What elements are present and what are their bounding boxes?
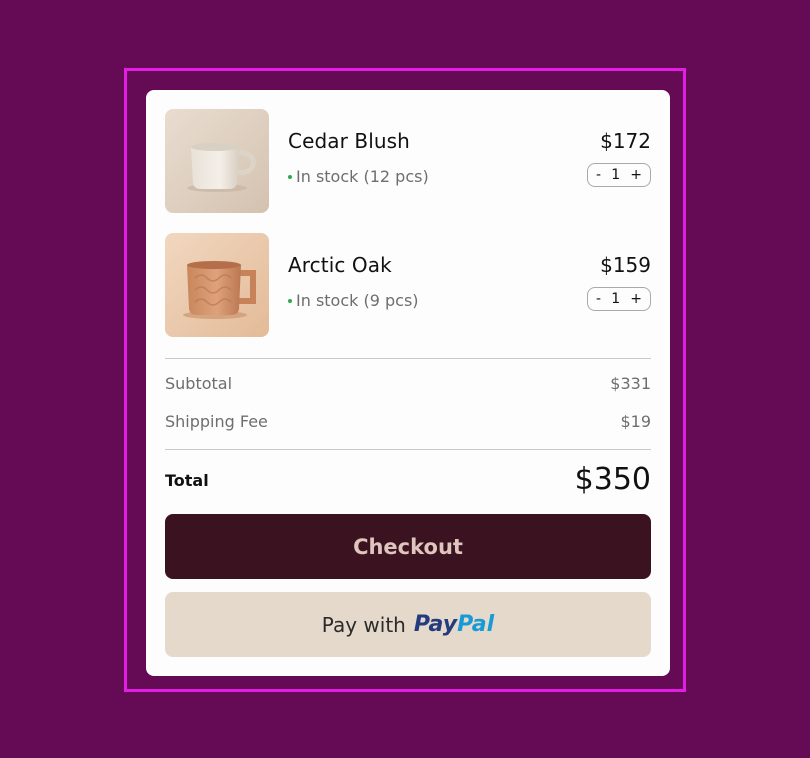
paypal-logo-icon: PayPal [413, 612, 495, 637]
divider [165, 449, 651, 450]
quantity-stepper: - 1 + [587, 163, 651, 187]
item-price: $159 [600, 253, 651, 277]
total-label: Total [165, 471, 209, 490]
checkout-button[interactable]: Checkout [165, 514, 651, 579]
cream-mug-image [165, 109, 269, 213]
increase-quantity-button[interactable]: + [630, 168, 642, 182]
shipping-value: $19 [620, 412, 651, 431]
stock-text: In stock (9 pcs) [296, 291, 419, 310]
terracotta-mug-image [165, 233, 269, 337]
subtotal-row: Subtotal $331 [165, 374, 651, 393]
quantity-value: 1 [611, 167, 621, 183]
decrease-quantity-button[interactable]: - [596, 292, 601, 306]
item-name: Arctic Oak [288, 253, 392, 277]
cart-item: Arctic Oak $159 In stock (9 pcs) - 1 + [165, 233, 651, 337]
cart-card: Cedar Blush $172 In stock (12 pcs) - 1 + [146, 90, 670, 676]
item-price: $172 [600, 129, 651, 153]
total-value: $350 [574, 462, 651, 497]
shipping-row: Shipping Fee $19 [165, 412, 651, 431]
decrease-quantity-button[interactable]: - [596, 168, 601, 182]
stock-text: In stock (12 pcs) [296, 167, 429, 186]
paypal-prefix: Pay with [321, 612, 406, 637]
subtotal-value: $331 [610, 374, 651, 393]
stock-status: In stock (12 pcs) [288, 167, 429, 186]
item-name: Cedar Blush [288, 129, 410, 153]
increase-quantity-button[interactable]: + [630, 292, 642, 306]
shipping-label: Shipping Fee [165, 412, 268, 431]
quantity-stepper: - 1 + [587, 287, 651, 311]
stock-status: In stock (9 pcs) [288, 291, 419, 310]
paypal-button[interactable]: Pay with PayPal [165, 592, 651, 657]
in-stock-dot-icon [288, 174, 292, 179]
cart-item: Cedar Blush $172 In stock (12 pcs) - 1 + [165, 109, 651, 213]
divider [165, 358, 651, 359]
quantity-value: 1 [611, 291, 621, 307]
in-stock-dot-icon [288, 298, 292, 303]
subtotal-label: Subtotal [165, 374, 233, 393]
